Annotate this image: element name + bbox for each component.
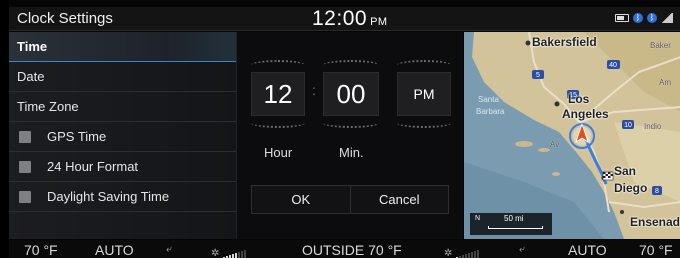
menu-item-24-hour-format[interactable]: 24 Hour Format (9, 152, 236, 182)
right-fan-speed[interactable]: ✲ (444, 243, 480, 258)
status-clock: 12:00 PM (312, 7, 388, 31)
map-label-san: San (614, 164, 637, 178)
left-temperature[interactable]: 70 °F (24, 242, 58, 258)
map-label-los: Los (568, 92, 590, 106)
fan-level-bar (474, 251, 477, 258)
time-setting-panel: 12 : 00 PM Hour Min. OK Cancel (236, 32, 463, 239)
north-indicator-icon: N (475, 215, 481, 222)
scroll-up-indicator[interactable] (251, 60, 305, 70)
fan-level-bar (241, 251, 244, 258)
menu-item-label: 24 Hour Format (47, 159, 139, 174)
fan-level-bar (477, 250, 480, 258)
scroll-up-indicator[interactable] (397, 60, 451, 70)
map-label-ensenada: Ensenad (630, 215, 680, 229)
map-label-barbara: Barbara (476, 107, 505, 116)
fan-level-bar (468, 253, 471, 258)
fan-level-bar (471, 252, 474, 258)
menu-item-label: Daylight Saving Time (47, 189, 170, 204)
clock-ampm: PM (370, 16, 388, 28)
minute-label: Min. (339, 145, 364, 160)
scroll-down-indicator[interactable] (251, 118, 305, 128)
menu-item-time[interactable]: Time (9, 32, 236, 62)
right-climate-mode[interactable]: AUTO (568, 242, 607, 258)
map-scale: N 50 mi (470, 213, 552, 235)
menu-item-gps-time[interactable]: GPS Time (9, 122, 236, 152)
menu-item-date[interactable]: Date (9, 62, 236, 92)
bluetooth-icon: ᛒ (633, 13, 643, 23)
menu-item-label: Date (17, 69, 45, 84)
battery-icon (615, 14, 629, 22)
head-unit-screen: Clock Settings 12:00 PM ᛒ ᛒ Time Date Tim… (9, 0, 680, 258)
scroll-down-indicator[interactable] (323, 118, 379, 128)
right-airflow-icon[interactable]: ⤶ (519, 244, 525, 255)
gps-time-checkbox[interactable] (19, 131, 31, 143)
ampm-value[interactable]: PM (397, 72, 451, 116)
highway-10-shield: 10 (624, 122, 632, 129)
right-temperature[interactable]: 70 °F (639, 242, 673, 258)
fan-level-bar (244, 250, 247, 258)
ampm-spinner[interactable]: PM (397, 60, 451, 128)
climate-bar: 70 °F AUTO ⤶ ✲ OUTSIDE 70 °F ✲ ⤶ AUTO 70… (9, 240, 680, 258)
fan-level-bar (238, 252, 241, 258)
map-label-santa: Santa (478, 95, 499, 104)
map-label-am: Am (659, 78, 671, 87)
scroll-up-indicator[interactable] (323, 60, 379, 70)
map-label-baker: Baker (650, 41, 671, 50)
status-icons: ᛒ ᛒ (615, 13, 673, 23)
clock-time: 12:00 (312, 7, 368, 30)
menu-item-daylight-saving-time[interactable]: Daylight Saving Time (9, 182, 236, 212)
scale-bar (488, 226, 543, 229)
right-fan-level-bars (456, 244, 480, 258)
map-graphic: 5 40 15 10 8 (464, 32, 680, 239)
24-hour-format-checkbox[interactable] (19, 161, 31, 173)
menu-item-time-zone[interactable]: Time Zone (9, 92, 236, 122)
daylight-saving-checkbox[interactable] (19, 191, 31, 203)
highway-8-shield: 8 (655, 188, 659, 195)
map-label-bakersfield: Bakersfield (532, 35, 597, 49)
fan-level-bar (232, 254, 235, 258)
hour-label: Hour (264, 145, 293, 160)
navigation-map[interactable]: 5 40 15 10 8 Bakersfield Baker Am Los An… (464, 32, 680, 239)
outside-temperature: OUTSIDE 70 °F (302, 242, 402, 258)
hour-spinner[interactable]: 12 (251, 60, 305, 128)
cancel-button[interactable]: Cancel (349, 186, 449, 213)
status-bar: Clock Settings 12:00 PM ᛒ ᛒ (9, 7, 680, 31)
scroll-down-indicator[interactable] (397, 118, 451, 128)
left-climate-mode[interactable]: AUTO (95, 242, 134, 258)
map-label-av: Av (550, 140, 560, 149)
menu-item-label: GPS Time (47, 129, 107, 144)
ok-button[interactable]: OK (252, 186, 350, 213)
hour-value[interactable]: 12 (251, 72, 305, 116)
menu-item-label: Time Zone (17, 99, 79, 114)
page-title: Clock Settings (17, 10, 113, 27)
highway-5-shield: 5 (536, 72, 540, 79)
map-label-angeles: Angeles (562, 107, 609, 121)
bluetooth-audio-icon: ᛒ (647, 13, 657, 23)
left-airflow-icon[interactable]: ⤶ (166, 244, 172, 255)
map-label-indio: Indio (644, 122, 662, 131)
settings-menu: Time Date Time Zone GPS Time 24 Hour For… (9, 32, 236, 239)
signal-icon (661, 13, 673, 23)
left-fan-speed[interactable]: ✲ (211, 243, 247, 258)
menu-item-label: Time (17, 39, 48, 54)
fan-level-bar (465, 254, 468, 258)
fan-icon: ✲ (211, 248, 220, 258)
fan-level-bar (235, 253, 238, 258)
fan-icon: ✲ (444, 248, 453, 258)
minute-value[interactable]: 00 (323, 72, 379, 116)
map-label-diego: Diego (614, 181, 648, 195)
minute-spinner[interactable]: 00 (323, 60, 379, 128)
scale-distance: 50 mi (504, 214, 524, 223)
dialog-buttons: OK Cancel (251, 185, 449, 214)
highway-40-shield: 40 (609, 62, 617, 69)
time-separator: : (312, 82, 316, 98)
left-fan-level-bars (223, 244, 247, 258)
